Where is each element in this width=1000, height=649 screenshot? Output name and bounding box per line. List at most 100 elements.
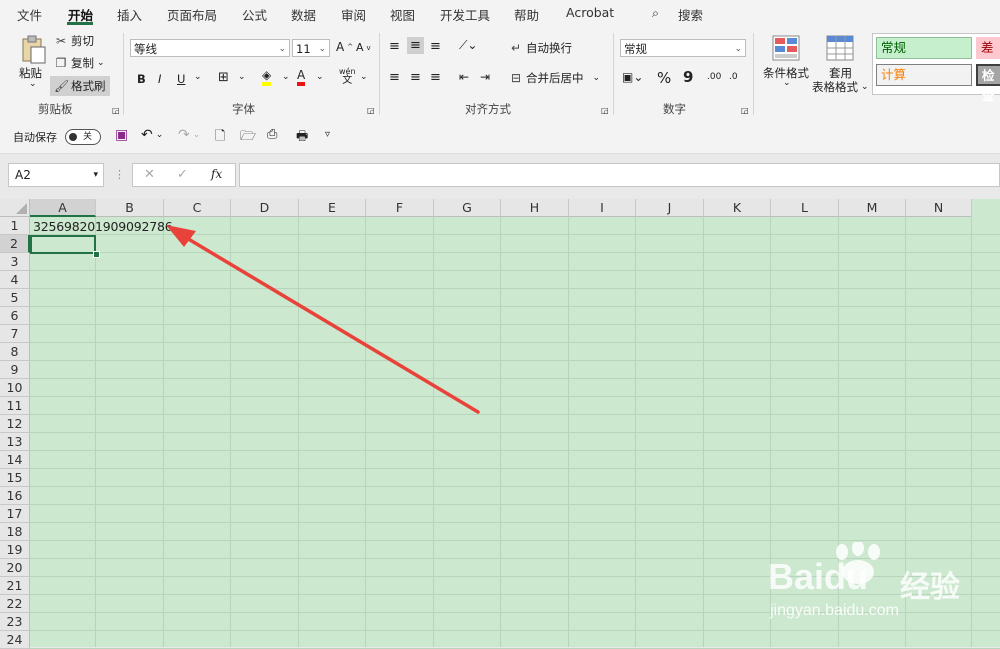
cut-button[interactable]: ✂ 剪切 — [54, 33, 94, 49]
tab-help[interactable]: 帮助 — [514, 5, 539, 24]
ribbon: 粘贴 ⌄ ✂ 剪切 ❐ 复制 ⌄ 🖌 格式刷 剪贴板 ◲ 等线 ⌄ 11 ⌄ A ^ Av B… — [0, 27, 1000, 122]
new-file-icon[interactable]: 🗋 — [215, 127, 225, 149]
align-center-icon[interactable]: ≡ — [410, 70, 421, 85]
baidu-jingyan-watermark: Baidu 经验 jingyan.baidu.com — [768, 542, 988, 632]
conditional-format-icon[interactable] — [772, 35, 800, 61]
percent-button[interactable]: % — [657, 69, 671, 87]
watermark-url: jingyan.baidu.com — [770, 602, 899, 619]
number-format-select[interactable]: 常规 ⌄ — [620, 39, 746, 57]
search-icon[interactable]: ⌕ — [652, 5, 659, 21]
search-label[interactable]: 搜索 — [678, 5, 703, 24]
autosave-label: 自动保存 — [13, 131, 57, 144]
insert-function-icon[interactable]: fx — [211, 167, 222, 181]
copy-button[interactable]: ❐ 复制 ⌄ — [54, 55, 105, 71]
tab-file[interactable]: 文件 — [17, 5, 42, 24]
tab-insert[interactable]: 插入 — [117, 5, 142, 24]
phonetic-button[interactable]: wén 文 — [339, 67, 356, 86]
save-icon[interactable]: ▣ — [115, 127, 128, 143]
formula-input[interactable] — [239, 163, 1000, 187]
increase-decimal-button[interactable]: .00 — [707, 72, 721, 82]
phonetic-dropdown-icon[interactable]: ⌄ — [360, 72, 368, 82]
group-separator — [753, 33, 754, 115]
tab-data[interactable]: 数据 — [291, 5, 316, 24]
shrink-font-button[interactable]: Av — [356, 41, 371, 54]
tab-view[interactable]: 视图 — [390, 5, 415, 24]
table-format-icon[interactable] — [826, 35, 854, 61]
style-check[interactable]: 检查 — [976, 64, 1000, 103]
table-format-button[interactable]: 表格格式 ⌄ — [812, 79, 869, 95]
font-color-dropdown-icon[interactable]: ⌄ — [316, 72, 324, 82]
active-tab-indicator — [67, 22, 93, 25]
italic-button[interactable]: I — [158, 72, 161, 86]
style-bad[interactable]: 差 — [976, 37, 1000, 59]
open-folder-icon[interactable]: 🗁 — [240, 127, 256, 149]
more-icon: ⋮ — [114, 168, 125, 181]
chevron-down-icon: ⌄ — [592, 73, 601, 83]
format-painter-label: 格式刷 — [71, 79, 106, 93]
toggle-knob — [69, 133, 77, 141]
group-separator — [379, 33, 380, 115]
border-dropdown-icon[interactable]: ⌄ — [238, 72, 246, 82]
customize-qat-icon[interactable]: ▿ — [325, 129, 330, 140]
underline-dropdown-icon[interactable]: ⌄ — [194, 72, 202, 82]
tab-page-layout[interactable]: 页面布局 — [167, 5, 217, 24]
menu-bar: 文件 开始 插入 页面布局 公式 数据 审阅 视图 开发工具 帮助 Acroba… — [0, 0, 1000, 27]
align-top-icon[interactable]: ≡ — [389, 39, 400, 54]
tab-formulas[interactable]: 公式 — [242, 5, 267, 24]
align-left-icon[interactable]: ≡ — [389, 70, 400, 85]
tab-developer[interactable]: 开发工具 — [440, 5, 490, 24]
print-icon[interactable]: 🖶 — [296, 127, 308, 149]
font-color-button[interactable]: A — [297, 69, 306, 86]
underline-button[interactable]: U — [177, 72, 185, 86]
watermark-brand: Baidu — [768, 556, 869, 597]
decrease-indent-icon[interactable]: ⇤ — [459, 70, 469, 84]
grow-font-label: A — [336, 40, 345, 54]
comma-button[interactable]: 9 — [683, 68, 693, 86]
paste-icon[interactable] — [19, 35, 47, 65]
formula-buttons: ✕ ✓ fx — [132, 163, 236, 187]
tab-review[interactable]: 审阅 — [341, 5, 366, 24]
undo-icon[interactable]: ↶ ⌄ — [141, 127, 163, 143]
font-size-select[interactable]: 11 ⌄ — [292, 39, 330, 57]
chevron-down-icon: ⌄ — [861, 82, 869, 92]
paint-bucket-icon: ◈ — [262, 69, 272, 86]
cancel-icon[interactable]: ✕ — [144, 167, 155, 182]
style-normal[interactable]: 常规 — [876, 37, 972, 59]
tab-acrobat[interactable]: Acrobat — [566, 5, 614, 20]
currency-icon[interactable]: ▣⌄ — [622, 70, 643, 84]
quick-access-toolbar: 自动保存 关 ▣ ↶ ⌄ ↷ ⌄ 🗋 🗁 ⎙ 🖶 ▿ — [0, 121, 1000, 154]
align-middle-icon[interactable]: ≡ — [407, 37, 424, 54]
enter-icon[interactable]: ✓ — [177, 167, 188, 182]
align-right-icon[interactable]: ≡ — [430, 70, 441, 85]
format-painter-button[interactable]: 🖌 格式刷 — [50, 76, 110, 96]
merge-center-label: 合并后居中 — [526, 71, 584, 85]
style-calculation[interactable]: 计算 — [876, 64, 972, 86]
worksheet-grid[interactable]: ABCDEFGHIJKLMN 1 2 3 4 5 6 7 8 9 10 11 12 13 14 15 16 17… — [0, 199, 1000, 649]
autosave-toggle[interactable]: 关 — [65, 129, 101, 145]
decrease-decimal-button[interactable]: .0 — [729, 72, 738, 82]
name-box[interactable]: A2 ▾ — [8, 163, 104, 187]
merge-icon: ⊟ — [510, 71, 522, 85]
dialog-launcher-icon[interactable]: ◲ — [741, 106, 749, 115]
print-preview-icon[interactable]: ⎙ — [267, 127, 277, 142]
merge-center-button[interactable]: ⊟ 合并后居中 ⌄ — [509, 70, 600, 86]
dialog-launcher-icon[interactable]: ◲ — [601, 106, 609, 115]
number-group-label: 数字 — [663, 102, 686, 116]
fill-color-button[interactable]: ◈ — [262, 69, 272, 86]
grow-font-button[interactable]: A ^ — [336, 40, 353, 54]
dialog-launcher-icon[interactable]: ◲ — [367, 106, 375, 115]
fill-dropdown-icon[interactable]: ⌄ — [282, 72, 290, 82]
dialog-launcher-icon[interactable]: ◲ — [112, 106, 120, 115]
align-bottom-icon[interactable]: ≡ — [430, 39, 441, 54]
border-icon[interactable]: ⊞ — [218, 70, 229, 85]
orientation-icon[interactable]: ⟋⌄ — [459, 38, 477, 53]
chevron-down-icon[interactable]: ⌄ — [783, 78, 791, 88]
font-name-select[interactable]: 等线 ⌄ — [130, 39, 290, 57]
font-name-value: 等线 — [134, 42, 157, 56]
redo-icon[interactable]: ↷ ⌄ — [178, 127, 200, 143]
paste-dropdown-icon[interactable]: ⌄ — [29, 79, 37, 89]
chevron-down-icon: ⌄ — [318, 44, 326, 54]
bold-button[interactable]: B — [137, 72, 146, 86]
wrap-text-button[interactable]: ↵ 自动换行 — [509, 40, 572, 56]
increase-indent-icon[interactable]: ⇥ — [480, 70, 490, 84]
